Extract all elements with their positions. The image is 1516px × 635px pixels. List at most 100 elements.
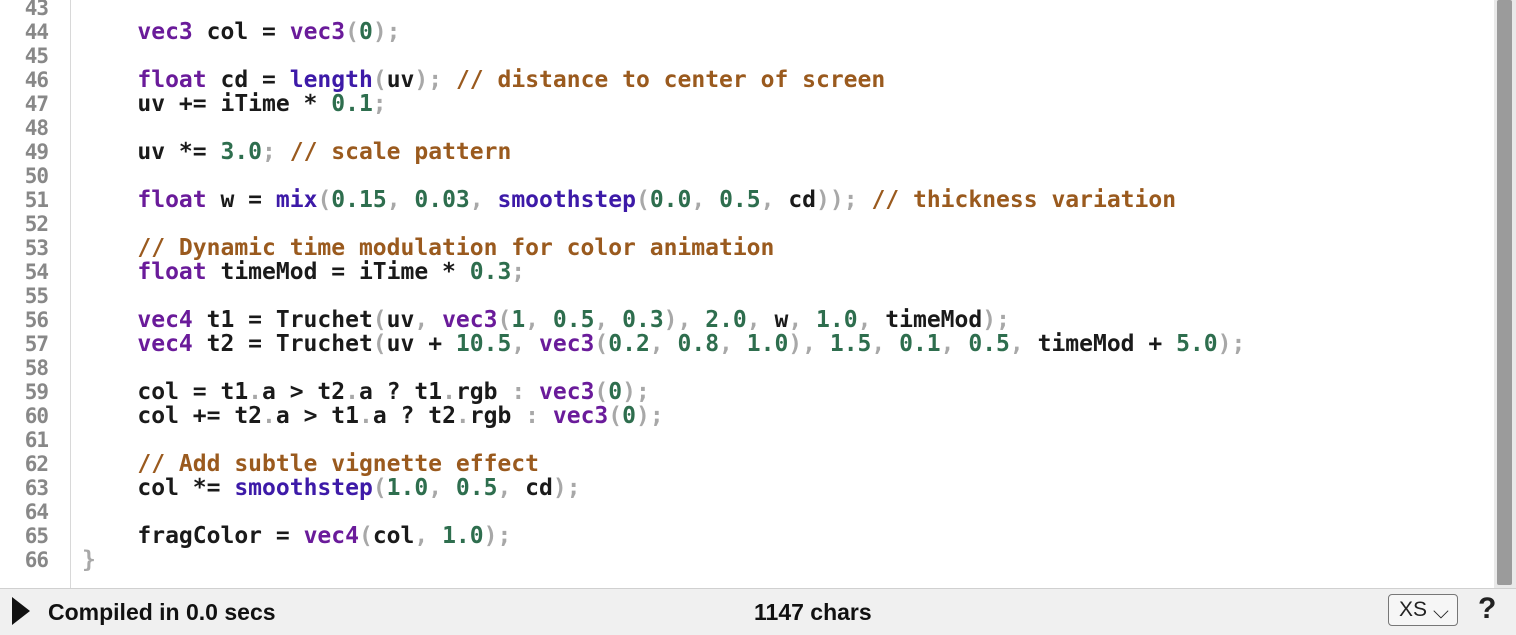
code-token: uv	[386, 67, 415, 93]
code-token: mix	[275, 187, 318, 213]
code-line[interactable]: float w = mix(0.15, 0.03, smoothstep(0.0…	[82, 188, 1176, 212]
code-line[interactable]: // Add subtle vignette effect	[82, 452, 539, 476]
line-number: 47	[24, 92, 49, 116]
code-token: smoothstep	[497, 187, 636, 213]
code-line[interactable]: float timeMod = iTime * 0.3;	[82, 260, 525, 284]
code-token: 0	[622, 403, 636, 429]
code-token: vec3	[552, 403, 609, 429]
code-token: cd =	[206, 67, 290, 93]
code-token: ,	[788, 307, 817, 333]
code-token: col = t1	[82, 379, 249, 405]
code-token: 0	[358, 19, 373, 45]
code-token: );	[414, 67, 443, 93]
code-token: // Add subtle vignette effect	[137, 451, 539, 477]
code-line[interactable]: vec4 t2 = Truchet(uv + 10.5, vec3(0.2, 0…	[82, 332, 1245, 356]
code-token: 0.5	[552, 307, 595, 333]
code-token: vec4	[137, 307, 193, 333]
code-token: :	[525, 403, 553, 429]
code-token: ,	[871, 331, 900, 357]
code-token: (	[497, 307, 512, 333]
code-token: w =	[206, 187, 276, 213]
code-line[interactable]: fragColor = vec4(col, 1.0);	[82, 524, 511, 548]
code-token: (	[372, 475, 387, 501]
code-token: ;	[511, 259, 526, 285]
code-token: w	[774, 307, 789, 333]
code-token: smoothstep	[234, 475, 373, 501]
status-bar: Compiled in 0.0 secs 1147 chars XS ⌵ ?	[0, 588, 1516, 635]
code-token: );	[1217, 331, 1246, 357]
code-line[interactable]: vec3 col = vec3(0);	[82, 19, 400, 45]
code-token: (	[358, 523, 373, 549]
code-token: );	[635, 403, 664, 429]
code-token: ,	[594, 307, 623, 333]
code-token: 0.15	[331, 187, 387, 213]
code-token: a ? t1	[358, 379, 443, 405]
code-token: timeMod = iTime *	[206, 259, 470, 285]
code-token: (	[594, 331, 609, 357]
code-token: ,	[511, 331, 539, 357]
code-token: 0.5	[455, 475, 498, 501]
code-token: ,	[940, 331, 969, 357]
code-token: .	[248, 379, 263, 405]
code-token: ,	[497, 475, 526, 501]
code-token: ;	[372, 91, 387, 117]
code-token: t1 = Truchet	[192, 307, 373, 333]
code-token: fragColor =	[82, 523, 304, 549]
help-button[interactable]: ?	[1478, 592, 1496, 626]
code-token: 5.0	[1176, 331, 1218, 357]
editor-mode-select[interactable]: XS ⌵	[1388, 594, 1458, 626]
code-token: vec3	[137, 19, 193, 45]
code-token: uv	[386, 307, 415, 333]
code-line[interactable]: float cd = length(uv); // distance to ce…	[82, 68, 885, 92]
code-token: 0.5	[719, 187, 761, 213]
line-number: 54	[24, 260, 49, 284]
code-token: ;	[262, 139, 276, 165]
code-token: ,	[649, 331, 678, 357]
code-line[interactable]: vec4 t1 = Truchet(uv, vec3(1, 0.5, 0.3),…	[82, 308, 1010, 332]
code-token: (	[372, 307, 387, 333]
code-token: col *=	[82, 475, 235, 501]
code-token: );	[483, 523, 512, 549]
line-number: 52	[24, 212, 49, 236]
code-token: 0.2	[608, 331, 650, 357]
code-line[interactable]: col += t2.a > t1.a ? t2.rgb : vec3(0);	[82, 403, 664, 429]
code-line[interactable]: uv += iTime * 0.1;	[82, 91, 387, 117]
scrollbar-thumb[interactable]	[1497, 0, 1512, 585]
code-editor[interactable]: 43 44 45 46 47 48 49 50 51 52 53 54 55 56 57 58 59 60 61 62…	[0, 0, 1494, 588]
code-line[interactable]: uv *= 3.0; // scale pattern	[82, 140, 511, 164]
line-number: 49	[24, 140, 49, 164]
code-token: ,	[428, 475, 456, 501]
code-token: timeMod +	[1037, 331, 1177, 357]
code-token: // scale pattern	[289, 139, 512, 165]
code-line[interactable]: }	[82, 548, 96, 572]
code-line[interactable]: col = t1.a > t2.a ? t1.rgb : vec3(0);	[82, 379, 649, 405]
code-token: uv *=	[82, 139, 221, 165]
code-token: length	[289, 67, 373, 93]
code-line[interactable]: col *= smoothstep(1.0, 0.5, cd);	[82, 475, 580, 501]
code-token: 1.0	[816, 307, 858, 333]
code-token: (	[372, 67, 387, 93]
line-number: 51	[24, 188, 49, 212]
compile-status: Compiled in 0.0 secs	[48, 599, 276, 625]
code-token: 10.5	[455, 331, 512, 357]
code-token: 0.1	[899, 331, 941, 357]
code-token: ,	[386, 187, 415, 213]
code-token: ,	[1009, 331, 1038, 357]
code-token: a > t1	[275, 403, 359, 429]
line-number: 59	[24, 380, 49, 404]
code-token: ),	[663, 307, 706, 333]
code-token: col	[372, 523, 415, 549]
line-number: 65	[24, 524, 49, 548]
code-token: .	[262, 403, 276, 429]
play-icon[interactable]	[12, 597, 30, 625]
line-number: 64	[24, 500, 49, 524]
code-line[interactable]: // Dynamic time modulation for color ani…	[82, 236, 774, 260]
code-token: // distance to center of screen	[455, 67, 886, 93]
char-count: 1147 chars	[754, 599, 872, 625]
